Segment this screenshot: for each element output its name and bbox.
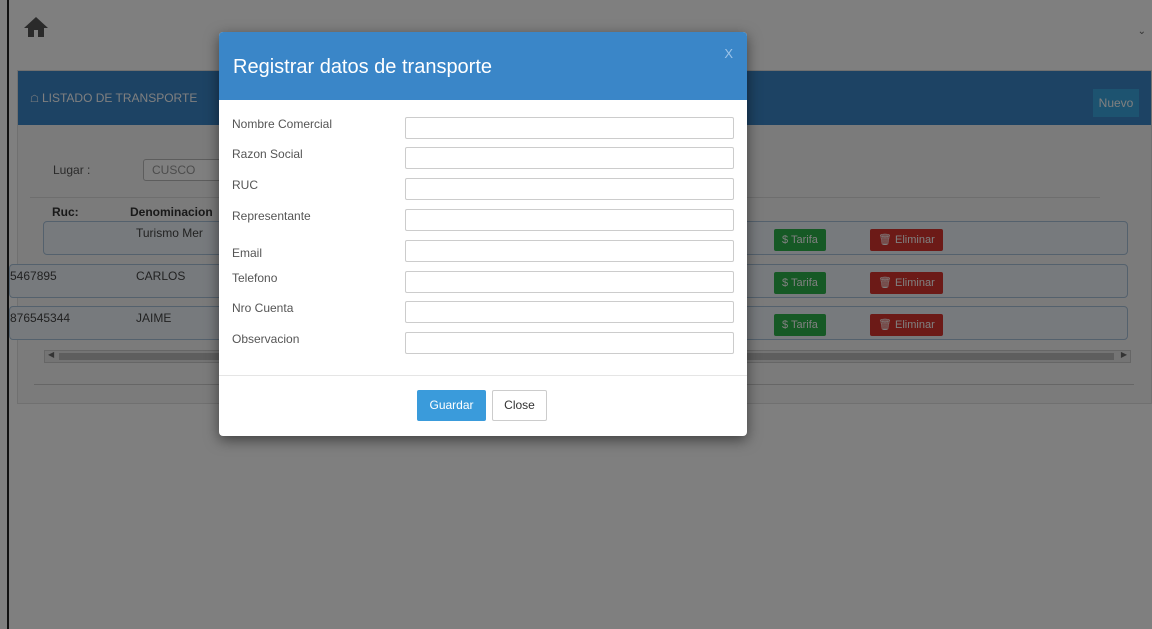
form-row-telefono: Telefono — [219, 271, 747, 295]
field-label: Razon Social — [232, 147, 303, 161]
form-row-observacion: Observacion — [219, 332, 747, 356]
representante-input[interactable] — [405, 209, 734, 231]
observacion-input[interactable] — [405, 332, 734, 354]
ruc-input[interactable] — [405, 178, 734, 200]
close-button[interactable]: Close — [492, 390, 547, 421]
field-label: Telefono — [232, 271, 278, 285]
field-label: RUC — [232, 178, 258, 192]
razon-social-input[interactable] — [405, 147, 734, 169]
register-transport-modal: Registrar datos de transporte X Nombre C… — [219, 32, 747, 436]
form-row-nombre-comercial: Nombre Comercial — [219, 117, 747, 141]
email-input[interactable] — [405, 240, 734, 262]
close-icon[interactable]: X — [724, 46, 733, 61]
modal-header: Registrar datos de transporte X — [219, 32, 747, 100]
field-label: Email — [232, 246, 263, 260]
field-label: Observacion — [232, 332, 300, 346]
telefono-input[interactable] — [405, 271, 734, 293]
modal-footer-divider — [219, 375, 747, 376]
field-label: Representante — [232, 209, 311, 223]
guardar-button[interactable]: Guardar — [417, 390, 486, 421]
nro-cuenta-input[interactable] — [405, 301, 734, 323]
modal-title: Registrar datos de transporte — [233, 56, 493, 78]
form-row-nro-cuenta: Nro Cuenta — [219, 301, 747, 325]
field-label: Nro Cuenta — [232, 301, 294, 315]
form-row-razon-social: Razon Social — [219, 147, 747, 171]
form-row-representante: Representante — [219, 209, 747, 233]
nombre-comercial-input[interactable] — [405, 117, 734, 139]
form-row-email: Email — [219, 240, 747, 264]
form-row-ruc: RUC — [219, 178, 747, 202]
field-label: Nombre Comercial — [232, 117, 333, 131]
